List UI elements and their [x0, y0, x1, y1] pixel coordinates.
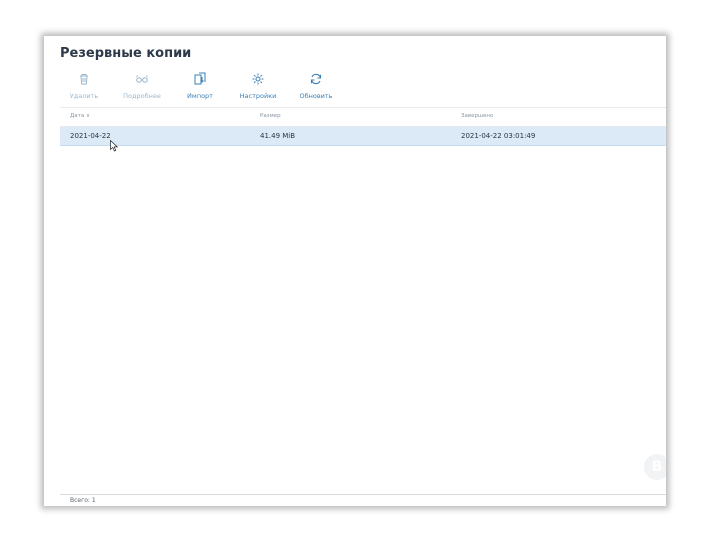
refresh-label: Обновить	[299, 92, 333, 100]
refresh-icon	[288, 72, 344, 90]
cell-date: 2021-04-22	[70, 132, 111, 140]
column-completed[interactable]: Завершено	[461, 113, 493, 119]
settings-button[interactable]: Настройки	[230, 72, 286, 100]
backups-table: Дата ∨ Размер Завершено 2021-04-22 41.49…	[60, 108, 666, 146]
total-count: Всего: 1	[70, 497, 96, 504]
details-label: Подробнее	[123, 92, 161, 100]
glasses-icon	[114, 72, 170, 90]
delete-button[interactable]: Удалить	[56, 72, 112, 100]
table-header: Дата ∨ Размер Завершено	[60, 108, 666, 127]
import-icon	[172, 72, 228, 90]
refresh-button[interactable]: Обновить	[288, 72, 344, 100]
column-date[interactable]: Дата ∨	[70, 113, 90, 119]
cell-size: 41.49 MiB	[260, 132, 296, 140]
column-size[interactable]: Размер	[260, 113, 281, 119]
import-button[interactable]: Импорт	[172, 72, 228, 100]
import-label: Импорт	[187, 92, 213, 100]
trash-icon	[56, 72, 112, 90]
delete-label: Удалить	[69, 92, 99, 100]
mouse-cursor-icon	[110, 140, 118, 152]
status-bar: Всего: 1	[60, 494, 666, 506]
table-row[interactable]: 2021-04-22 41.49 MiB 2021-04-22 03:01:49	[60, 127, 666, 146]
page-title: Резервные копии	[60, 46, 192, 61]
settings-label: Настройки	[239, 92, 277, 100]
backups-panel: Резервные копии Удалить Подробнее Импорт…	[44, 36, 666, 506]
details-button[interactable]: Подробнее	[114, 72, 170, 100]
gear-icon	[230, 72, 286, 90]
logo-icon: B	[644, 454, 666, 480]
cell-completed: 2021-04-22 03:01:49	[461, 132, 536, 140]
